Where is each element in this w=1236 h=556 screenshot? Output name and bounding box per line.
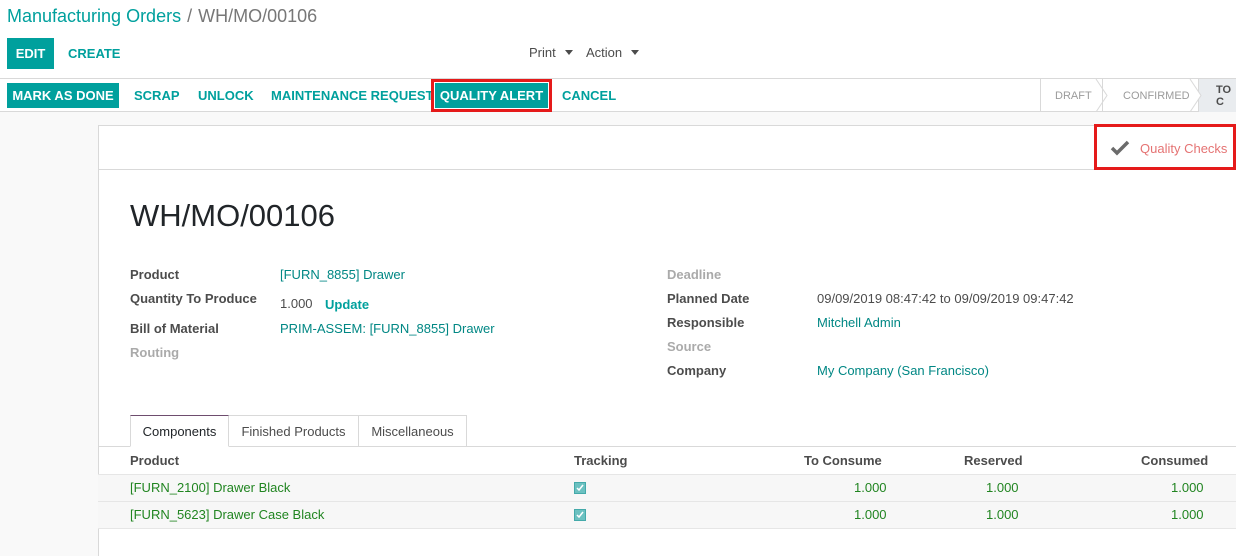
row-reserved: 1.000 xyxy=(986,480,1019,495)
chevron-right-icon xyxy=(1189,79,1202,112)
print-label: Print xyxy=(529,45,556,60)
column-header-reserved[interactable]: Reserved xyxy=(964,453,1023,468)
column-header-tracking[interactable]: Tracking xyxy=(574,453,627,468)
planned-date-label: Planned Date xyxy=(667,291,750,306)
row-product[interactable]: [FURN_2100] Drawer Black xyxy=(130,480,290,495)
product-label: Product xyxy=(130,267,180,282)
print-dropdown[interactable]: Print xyxy=(529,45,573,60)
responsible-field[interactable]: Mitchell Admin xyxy=(817,315,901,330)
check-icon xyxy=(576,511,584,519)
mark-as-done-button[interactable]: MARK AS DONE xyxy=(7,83,119,108)
responsible-label: Responsible xyxy=(667,315,745,330)
status-step-label: CONFIRMED xyxy=(1123,89,1190,102)
chevron-right-icon xyxy=(1095,79,1108,112)
breadcrumb: Manufacturing Orders / WH/MO/00106 xyxy=(7,6,317,27)
action-dropdown[interactable]: Action xyxy=(586,45,640,60)
tab-components[interactable]: Components xyxy=(130,415,229,447)
quality-checks-highlight xyxy=(1094,124,1236,170)
scrap-button[interactable]: SCRAP xyxy=(134,83,180,108)
routing-label: Routing xyxy=(130,345,180,360)
caret-down-icon xyxy=(564,50,573,55)
tab-miscellaneous[interactable]: Miscellaneous xyxy=(358,415,467,447)
row-product[interactable]: [FURN_5623] Drawer Case Black xyxy=(130,507,324,522)
planned-date-to-word: to xyxy=(939,291,951,306)
deadline-label: Deadline xyxy=(667,267,722,282)
bom-label: Bill of Material xyxy=(130,321,219,336)
button-box-divider xyxy=(98,169,1236,170)
quality-alert-highlight xyxy=(431,79,552,112)
tab-finished-products[interactable]: Finished Products xyxy=(229,415,359,447)
breadcrumb-separator: / xyxy=(187,6,193,26)
company-label: Company xyxy=(667,363,727,378)
tracking-checkbox xyxy=(574,509,586,521)
status-step-label: TO C xyxy=(1216,83,1232,108)
bom-field[interactable]: PRIM-ASSEM: [FURN_8855] Drawer xyxy=(280,321,495,336)
planned-date-start[interactable]: 09/09/2019 08:47:42 xyxy=(817,291,936,306)
check-icon xyxy=(576,484,584,492)
status-pipeline: DRAFT CONFIRMED TO C xyxy=(1040,79,1236,112)
company-field[interactable]: My Company (San Francisco) xyxy=(817,363,989,378)
product-field[interactable]: [FURN_8855] Drawer xyxy=(280,267,405,282)
row-to-consume: 1.000 xyxy=(854,480,887,495)
create-button[interactable]: CREATE xyxy=(68,38,120,69)
source-label: Source xyxy=(667,339,712,354)
row-consumed: 1.000 xyxy=(1171,480,1204,495)
breadcrumb-current: WH/MO/00106 xyxy=(198,6,318,26)
status-step-confirmed[interactable]: CONFIRMED xyxy=(1102,79,1198,112)
row-reserved: 1.000 xyxy=(986,507,1019,522)
record-title: WH/MO/00106 xyxy=(130,198,336,233)
quantity-value: 1.000 xyxy=(280,296,313,311)
update-quantity-button[interactable]: Update xyxy=(325,297,369,312)
breadcrumb-parent-link[interactable]: Manufacturing Orders xyxy=(7,6,181,26)
row-consumed: 1.000 xyxy=(1171,507,1204,522)
maintenance-request-button[interactable]: MAINTENANCE REQUEST xyxy=(271,83,434,108)
cancel-button[interactable]: CANCEL xyxy=(562,83,616,108)
column-header-to-consume[interactable]: To Consume xyxy=(804,453,882,468)
quantity-label: Quantity To Produce xyxy=(130,291,257,306)
column-header-product[interactable]: Product xyxy=(130,453,179,468)
row-to-consume: 1.000 xyxy=(854,507,887,522)
planned-date-value: 09/09/2019 08:47:42 to 09/09/2019 09:47:… xyxy=(817,291,1074,306)
edit-button[interactable]: EDIT xyxy=(7,38,54,69)
caret-down-icon xyxy=(631,50,640,55)
action-label: Action xyxy=(586,45,623,60)
unlock-button[interactable]: UNLOCK xyxy=(198,83,254,108)
status-step-label: DRAFT xyxy=(1055,89,1092,102)
column-header-consumed[interactable]: Consumed xyxy=(1141,453,1208,468)
table-row-divider xyxy=(98,528,1236,529)
tracking-checkbox xyxy=(574,482,586,494)
status-step-current[interactable]: TO C xyxy=(1198,79,1236,112)
status-step-draft[interactable]: DRAFT xyxy=(1040,79,1102,112)
planned-date-end[interactable]: 09/09/2019 09:47:42 xyxy=(954,291,1073,306)
